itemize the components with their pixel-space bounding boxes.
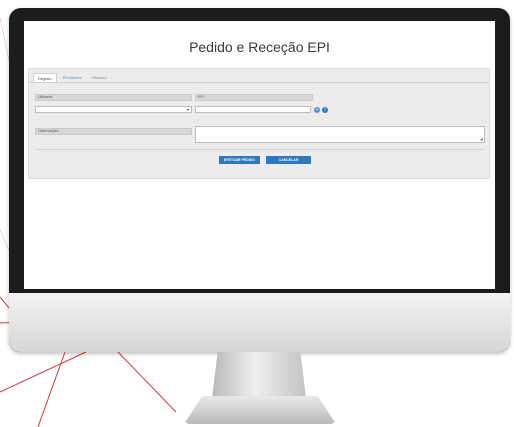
observations-textarea[interactable]: ◢ xyxy=(195,126,485,143)
monitor: Pedido e Receção EPI Registo Pendentes H… xyxy=(9,8,510,352)
field2-label: EPI xyxy=(195,94,313,101)
info-icon[interactable]: i xyxy=(322,107,328,113)
bg-line xyxy=(117,351,177,413)
bg-line-faint xyxy=(0,17,10,61)
submit-button[interactable]: EFETUAR PEDIDO xyxy=(219,156,260,164)
page-title: Pedido e Receção EPI xyxy=(189,39,330,55)
resize-grip-icon[interactable]: ◢ xyxy=(480,137,483,141)
observations-label: Observações xyxy=(35,128,192,135)
bg-line xyxy=(0,351,87,393)
plus-icon[interactable]: + xyxy=(314,107,320,113)
tab-divider xyxy=(29,82,489,83)
bg-line-faint xyxy=(0,229,10,251)
form-divider xyxy=(35,149,485,150)
field1-label: Utilizador xyxy=(35,94,192,101)
screen: Pedido e Receção EPI Registo Pendentes H… xyxy=(24,21,495,289)
cancel-button[interactable]: CANCELAR xyxy=(266,156,311,164)
monitor-chin xyxy=(9,293,510,352)
monitor-stand-neck xyxy=(212,352,306,398)
user-select[interactable]: ▾ xyxy=(35,106,192,113)
epi-input[interactable] xyxy=(195,106,311,113)
chevron-down-icon: ▾ xyxy=(186,107,189,112)
form-panel: Registo Pendentes Histórico Utilizador E… xyxy=(28,68,490,179)
monitor-stand-base xyxy=(184,396,336,424)
